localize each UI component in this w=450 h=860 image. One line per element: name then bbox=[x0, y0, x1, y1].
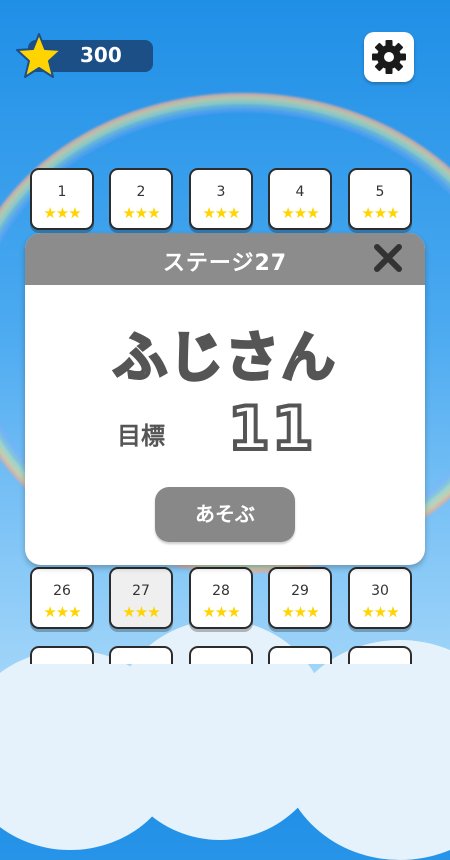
stage-tile-35[interactable] bbox=[348, 646, 412, 664]
stage-number: 30 bbox=[371, 583, 389, 599]
stage-tile-2[interactable]: 2 ★★★ bbox=[109, 168, 173, 230]
stage-number: 28 bbox=[212, 583, 230, 599]
stage-stars: ★★★ bbox=[122, 204, 160, 222]
close-icon bbox=[374, 244, 402, 272]
stage-tile-4[interactable]: 4 ★★★ bbox=[268, 168, 332, 230]
stage-tile-31[interactable] bbox=[30, 646, 94, 664]
stage-number: 29 bbox=[291, 583, 309, 599]
stage-stars: ★★★ bbox=[202, 204, 240, 222]
close-button[interactable] bbox=[371, 241, 405, 275]
dialog-header: ステージ27 bbox=[25, 233, 425, 285]
stage-tile-27[interactable]: 27 ★★★ bbox=[109, 567, 173, 629]
stage-stars: ★★★ bbox=[202, 603, 240, 621]
stage-tile-34[interactable] bbox=[268, 646, 332, 664]
settings-button[interactable] bbox=[364, 32, 414, 82]
stage-number: 26 bbox=[53, 583, 71, 599]
play-button[interactable]: あそぶ bbox=[155, 487, 295, 542]
stage-number: 1 bbox=[57, 184, 67, 200]
stage-tile-30[interactable]: 30 ★★★ bbox=[348, 567, 412, 629]
stage-tile-28[interactable]: 28 ★★★ bbox=[189, 567, 253, 629]
stage-stars: ★★★ bbox=[122, 603, 160, 621]
goal-label: 目標 bbox=[117, 422, 165, 450]
stage-tile-3[interactable]: 3 ★★★ bbox=[189, 168, 253, 230]
stage-stars: ★★★ bbox=[281, 603, 319, 621]
stage-tile-29[interactable]: 29 ★★★ bbox=[268, 567, 332, 629]
stage-stars: ★★★ bbox=[43, 204, 81, 222]
stage-stars: ★★★ bbox=[43, 603, 81, 621]
stage-dialog: ステージ27 ふじさん 目標 11 あそぶ bbox=[25, 233, 425, 565]
stage-tile-33[interactable] bbox=[189, 646, 253, 664]
stage-name: ふじさん bbox=[112, 325, 337, 391]
stage-number: 5 bbox=[375, 184, 385, 200]
stage-number: 27 bbox=[132, 583, 150, 599]
star-icon bbox=[16, 33, 62, 78]
score-value: 300 bbox=[80, 43, 122, 67]
stage-tile-1[interactable]: 1 ★★★ bbox=[30, 168, 94, 230]
stage-number: 4 bbox=[295, 184, 305, 200]
stage-tile-32[interactable] bbox=[109, 646, 173, 664]
stage-number: 2 bbox=[136, 184, 146, 200]
stage-tile-5[interactable]: 5 ★★★ bbox=[348, 168, 412, 230]
dialog-title: ステージ27 bbox=[162, 251, 288, 276]
gear-icon bbox=[372, 40, 406, 74]
stage-stars: ★★★ bbox=[361, 603, 399, 621]
stage-tile-26[interactable]: 26 ★★★ bbox=[30, 567, 94, 629]
goal-value: 11 bbox=[226, 392, 316, 466]
stage-stars: ★★★ bbox=[361, 204, 399, 222]
stage-number: 3 bbox=[216, 184, 226, 200]
stage-stars: ★★★ bbox=[281, 204, 319, 222]
